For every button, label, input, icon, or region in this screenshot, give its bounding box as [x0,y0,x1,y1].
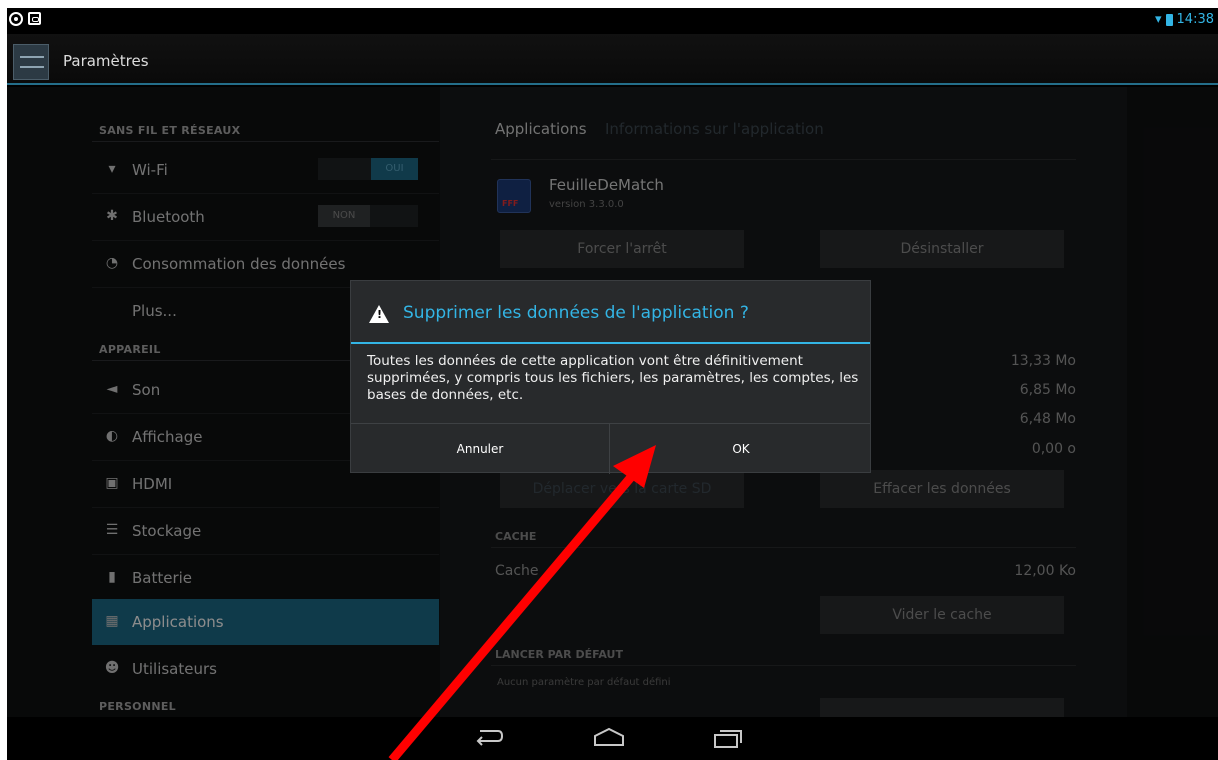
settings-app-icon[interactable] [13,44,49,80]
clock: 14:38 [1176,12,1214,27]
eye-icon [9,12,23,26]
warning-icon [369,305,389,323]
dialog-title: Supprimer les données de l'application ? [403,303,749,323]
status-right: ▾ 14:38 [1155,12,1214,27]
cancel-button[interactable]: Annuler [351,424,610,474]
dialog-message: Toutes les données de cette application … [367,353,859,403]
back-icon[interactable] [472,727,504,747]
dialog-title-divider [351,342,870,344]
page-title: Paramètres [63,52,149,70]
wifi-signal-icon: ▾ [1155,12,1162,27]
status-bar: ▾ 14:38 [7,8,1218,34]
action-bar: Paramètres [7,34,1218,85]
ok-button[interactable]: OK [611,424,871,474]
tablet-screen: ▾ 14:38 Paramètres SANS FIL ET RÉSEAUX ▾… [7,8,1218,760]
battery-icon [1165,13,1173,26]
navigation-bar [7,717,1218,760]
confirm-dialog: Supprimer les données de l'application ?… [350,280,871,474]
recent-apps-icon[interactable] [713,727,743,749]
home-icon[interactable] [592,727,626,747]
notification-icon [28,12,41,25]
dialog-button-bar: Annuler OK [351,423,871,474]
